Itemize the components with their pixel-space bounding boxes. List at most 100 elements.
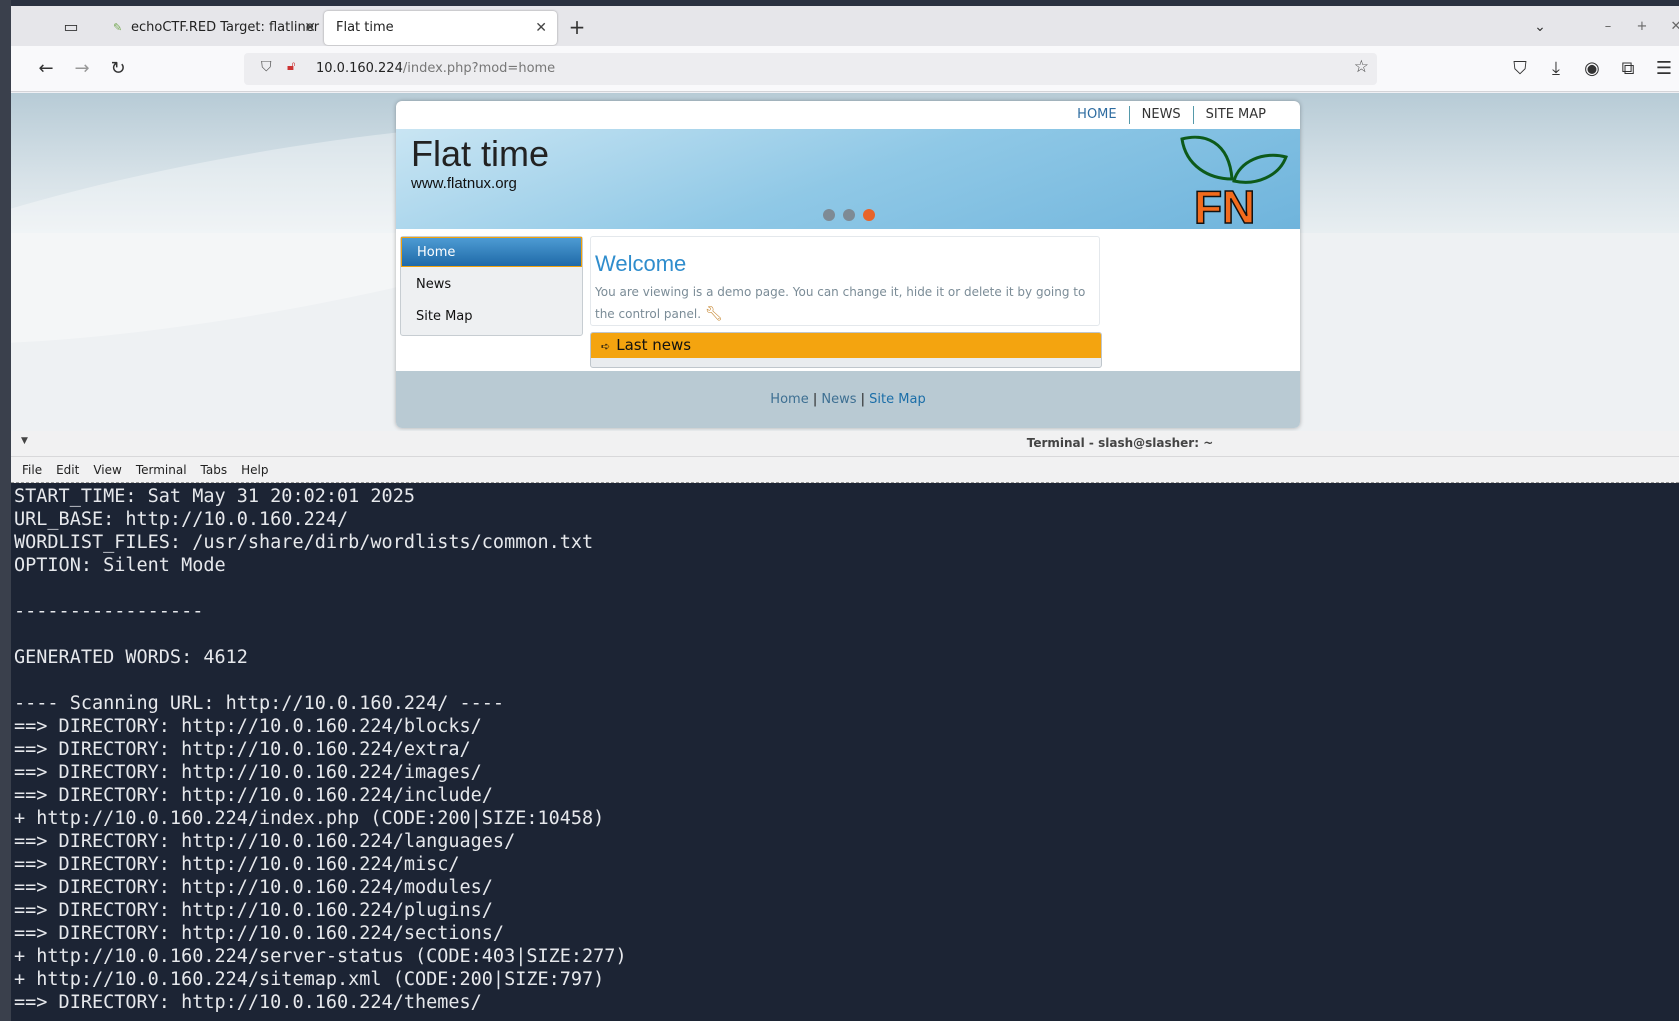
last-news-title: Last news xyxy=(616,336,692,354)
footer-link-sitemap[interactable]: Site Map xyxy=(869,392,926,407)
terminal-line: ==> DIRECTORY: http://10.0.160.224/modul… xyxy=(14,877,493,898)
desktop: ▭ ✎ echoCTF.RED Target: flatliner ✕ Flat … xyxy=(0,0,1679,1021)
terminal-line: URL_BASE: http://10.0.160.224/ xyxy=(14,509,349,530)
terminal-line: ----------------- xyxy=(14,601,204,622)
site-title: Flat time xyxy=(411,133,550,174)
terminal-line: ==> DIRECTORY: http://10.0.160.224/inclu… xyxy=(14,785,493,806)
terminal-line: OPTION: Silent Mode xyxy=(14,555,226,576)
terminal-output[interactable]: START_TIME: Sat May 31 20:02:01 2025 URL_… xyxy=(14,485,1674,1015)
terminal-line: + http://10.0.160.224/index.php (CODE:20… xyxy=(14,808,605,829)
terminal-line: WORDLIST_FILES: /usr/share/dirb/wordlist… xyxy=(14,532,594,553)
last-news-header: ➪ Last news xyxy=(591,333,1101,358)
welcome-title: Welcome xyxy=(595,251,687,276)
download-icon[interactable]: ⤓ xyxy=(1543,56,1569,82)
terminal-titlebar: ▼ Terminal - slash@slasher: ~ xyxy=(11,431,1679,457)
pocket-icon[interactable]: ⛉ xyxy=(1507,56,1533,82)
terminal-line: + http://10.0.160.224/server-status (COD… xyxy=(14,946,627,967)
nav-toolbar: ← → ↻ ⛉ 🔓︎ 10.0.160.224/index.php?mod=ho… xyxy=(11,46,1679,92)
browser-window: ▭ ✎ echoCTF.RED Target: flatliner ✕ Flat … xyxy=(11,6,1679,431)
url-text: 10.0.160.224/index.php?mod=home xyxy=(316,61,555,76)
slider-dot[interactable] xyxy=(843,209,855,221)
tab-close-icon[interactable]: ✕ xyxy=(535,11,547,45)
shield-icon[interactable]: ⛉ xyxy=(261,59,272,75)
side-menu: Home News Site Map xyxy=(400,236,583,336)
topnav-news[interactable]: NEWS xyxy=(1128,106,1193,124)
footer-separator: | xyxy=(812,392,818,407)
footer-separator: | xyxy=(860,392,866,407)
terminal-line: GENERATED WORDS: 4612 xyxy=(14,647,248,668)
terminal-line: ==> DIRECTORY: http://10.0.160.224/plugi… xyxy=(14,900,493,921)
menu-view[interactable]: View xyxy=(93,463,121,477)
forward-icon[interactable]: → xyxy=(69,56,95,82)
site-banner: Flat time www.flatnux.org FN xyxy=(396,129,1300,229)
maximize-icon[interactable]: + xyxy=(1632,15,1652,39)
left-panel xyxy=(0,0,11,1021)
tab-echoctf[interactable]: ✎ echoCTF.RED Target: flatliner ✕ xyxy=(101,11,326,45)
tab-flat-time[interactable]: Flat time ✕ xyxy=(324,11,557,45)
menu-terminal[interactable]: Terminal xyxy=(136,463,187,477)
account-icon[interactable]: ◉ xyxy=(1579,56,1605,82)
terminal-line: ==> DIRECTORY: http://10.0.160.224/secti… xyxy=(14,923,505,944)
welcome-text: You are viewing is a demo page. You can … xyxy=(595,281,1095,325)
reload-icon[interactable]: ↻ xyxy=(105,56,131,82)
url-bar[interactable]: ⛉ 🔓︎ 10.0.160.224/index.php?mod=home ☆ xyxy=(244,53,1377,85)
url-host: 10.0.160.224 xyxy=(316,61,403,76)
welcome-box: Welcome You are viewing is a demo page. … xyxy=(590,236,1100,326)
terminal-line: ==> DIRECTORY: http://10.0.160.224/langu… xyxy=(14,831,516,852)
url-path: /index.php?mod=home xyxy=(402,61,556,76)
tab-list-icon[interactable]: ▭ xyxy=(59,15,83,39)
terminal-line: ---- Scanning URL: http://10.0.160.224/ … xyxy=(14,693,505,714)
topnav-home[interactable]: HOME xyxy=(1065,106,1128,124)
chevron-down-icon[interactable]: ⌄ xyxy=(1528,15,1552,39)
menu-item-news[interactable]: News xyxy=(401,270,582,300)
terminal-window: ▼ Terminal - slash@slasher: ~ File Edit … xyxy=(11,431,1679,1021)
footer-link-home[interactable]: Home xyxy=(770,392,808,407)
insecure-lock-icon[interactable]: 🔓︎ xyxy=(287,59,295,74)
menu-item-sitemap[interactable]: Site Map xyxy=(401,302,582,332)
last-news-box: ➪ Last news xyxy=(590,332,1102,368)
minimize-icon[interactable]: – xyxy=(1598,15,1618,39)
tab-bar: ▭ ✎ echoCTF.RED Target: flatliner ✕ Flat … xyxy=(11,6,1679,46)
menu-help[interactable]: Help xyxy=(241,463,268,477)
menu-tabs[interactable]: Tabs xyxy=(201,463,228,477)
arrow-right-icon: ➪ xyxy=(601,340,611,353)
close-icon[interactable]: ✕ xyxy=(1666,15,1679,39)
footer-link-news[interactable]: News xyxy=(821,392,856,407)
terminal-line: START_TIME: Sat May 31 20:02:01 2025 xyxy=(14,486,415,507)
tab-close-icon[interactable]: ✕ xyxy=(304,11,316,45)
terminal-line: + http://10.0.160.224/sitemap.xml (CODE:… xyxy=(14,969,605,990)
extensions-icon[interactable]: ⧉ xyxy=(1615,56,1641,82)
bookmark-star-icon[interactable]: ☆ xyxy=(1354,57,1369,77)
slider-dot-active[interactable] xyxy=(863,209,875,221)
terminal-menubar: File Edit View Terminal Tabs Help xyxy=(11,457,1679,483)
terminal-line: ==> DIRECTORY: http://10.0.160.224/misc/ xyxy=(14,854,460,875)
new-tab-icon[interactable]: + xyxy=(565,15,589,39)
flatnux-logo: FN xyxy=(1180,135,1288,227)
slider-dot[interactable] xyxy=(823,209,835,221)
terminal-title: Terminal - slash@slasher: ~ xyxy=(1026,436,1214,450)
tab-title: Flat time xyxy=(336,20,394,35)
topnav-sitemap[interactable]: SITE MAP xyxy=(1192,106,1278,124)
terminal-line: ==> DIRECTORY: http://10.0.160.224/image… xyxy=(14,762,482,783)
slider-dots xyxy=(823,209,875,221)
back-icon[interactable]: ← xyxy=(33,56,59,82)
welcome-body: You are viewing is a demo page. You can … xyxy=(595,285,1086,321)
wrench-icon[interactable]: 🔧︎ xyxy=(705,306,723,322)
site-container: HOME NEWS SITE MAP Flat time www.flatnux… xyxy=(396,101,1300,428)
terminal-line: ==> DIRECTORY: http://10.0.160.224/extra… xyxy=(14,739,471,760)
top-navigation: HOME NEWS SITE MAP xyxy=(1065,101,1278,129)
web-viewport: HOME NEWS SITE MAP Flat time www.flatnux… xyxy=(11,93,1679,431)
menu-file[interactable]: File xyxy=(22,463,42,477)
menu-item-home[interactable]: Home xyxy=(401,237,582,267)
tab-title: echoCTF.RED Target: flatliner xyxy=(131,20,320,35)
site-url: www.flatnux.org xyxy=(411,175,517,192)
terminal-line: ==> DIRECTORY: http://10.0.160.224/block… xyxy=(14,716,482,737)
menu-edit[interactable]: Edit xyxy=(56,463,79,477)
hamburger-menu-icon[interactable]: ☰ xyxy=(1651,56,1677,82)
logo-text: FN xyxy=(1194,181,1255,227)
tab-favicon-icon: ✎ xyxy=(113,21,123,34)
site-footer: Home | News | Site Map xyxy=(396,371,1300,428)
